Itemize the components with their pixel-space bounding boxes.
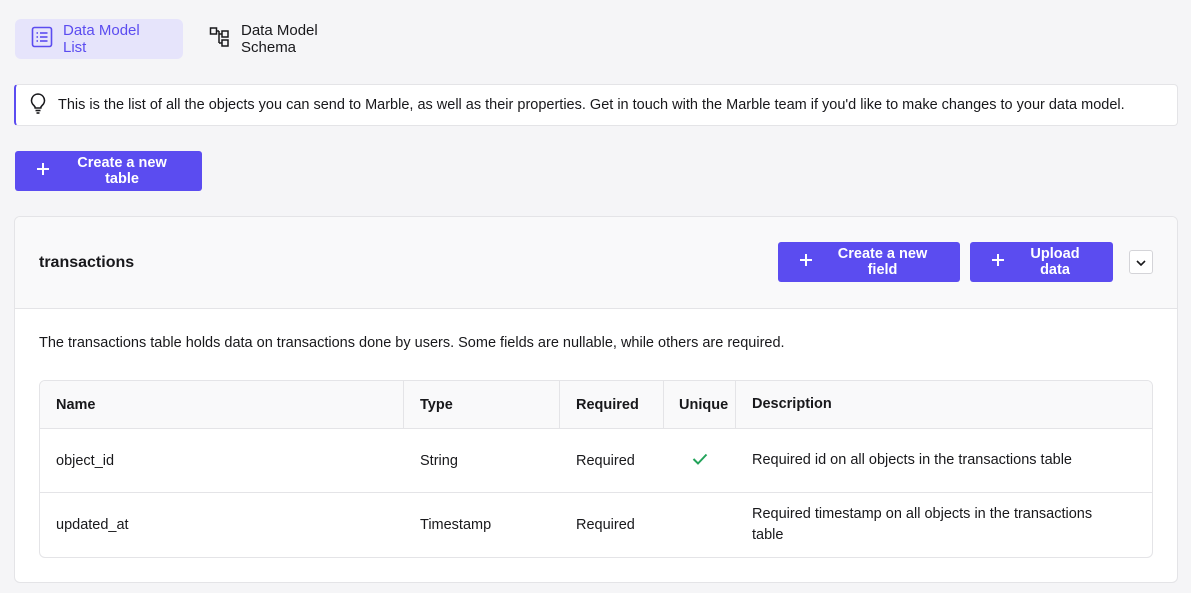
field-unique: [664, 429, 736, 492]
plus-icon: [37, 163, 49, 179]
field-description: Required timestamp on all objects in the…: [752, 506, 1093, 543]
tab-label: Data Model Schema: [241, 22, 318, 56]
field-description: Required id on all objects in the transa…: [752, 452, 1072, 468]
plus-icon: [992, 254, 1004, 270]
chevron-down-icon: [1136, 253, 1146, 271]
field-name: updated_at: [56, 517, 129, 533]
info-callout: This is the list of all the objects you …: [14, 84, 1178, 126]
column-header-unique[interactable]: Unique: [664, 381, 736, 428]
tab-label: Data Model List: [63, 22, 140, 56]
schema-icon: [209, 26, 231, 52]
upload-data-label: Upload data: [1030, 246, 1080, 278]
table-title: transactions: [39, 254, 135, 271]
column-header-required[interactable]: Required: [560, 381, 664, 428]
column-header-description[interactable]: Description: [736, 381, 1152, 428]
fields-table: Name Type Required Unique Description ob…: [39, 380, 1153, 558]
field-unique: [664, 493, 736, 557]
field-type: Timestamp: [420, 517, 492, 533]
callout-text: This is the list of all the objects you …: [58, 97, 1125, 113]
table-card: transactions Create a new field Upload d…: [14, 216, 1178, 583]
table-description: The transactions table holds data on tra…: [39, 335, 785, 351]
view-tabs: Data Model List: [15, 19, 183, 59]
table-header-row: Name Type Required Unique Description: [40, 381, 1152, 429]
table-card-header: transactions Create a new field Upload d…: [15, 217, 1177, 309]
tab-data-model-schema[interactable]: Data Model Schema: [193, 19, 383, 59]
create-table-button[interactable]: Create a new table: [15, 151, 202, 191]
field-required: Required: [576, 517, 635, 533]
column-header-type[interactable]: Type: [404, 381, 560, 428]
check-icon: [692, 453, 708, 469]
tab-data-model-list[interactable]: Data Model List: [15, 19, 183, 59]
upload-data-button[interactable]: Upload data: [970, 242, 1113, 282]
plus-icon: [800, 254, 812, 270]
create-table-label: Create a new table: [77, 155, 167, 187]
field-required: Required: [576, 452, 635, 469]
create-field-label: Create a new field: [837, 246, 928, 278]
field-type: String: [420, 452, 458, 469]
field-name: object_id: [56, 452, 115, 469]
list-icon: [31, 26, 53, 52]
create-field-button[interactable]: Create a new field: [778, 242, 960, 282]
table-row[interactable]: object_id String Required Required id on…: [40, 429, 1152, 493]
column-header-name[interactable]: Name: [40, 381, 404, 428]
table-row[interactable]: updated_at Timestamp Required Required t…: [40, 493, 1152, 557]
collapse-toggle[interactable]: [1129, 250, 1153, 274]
lightbulb-icon: [28, 92, 48, 118]
